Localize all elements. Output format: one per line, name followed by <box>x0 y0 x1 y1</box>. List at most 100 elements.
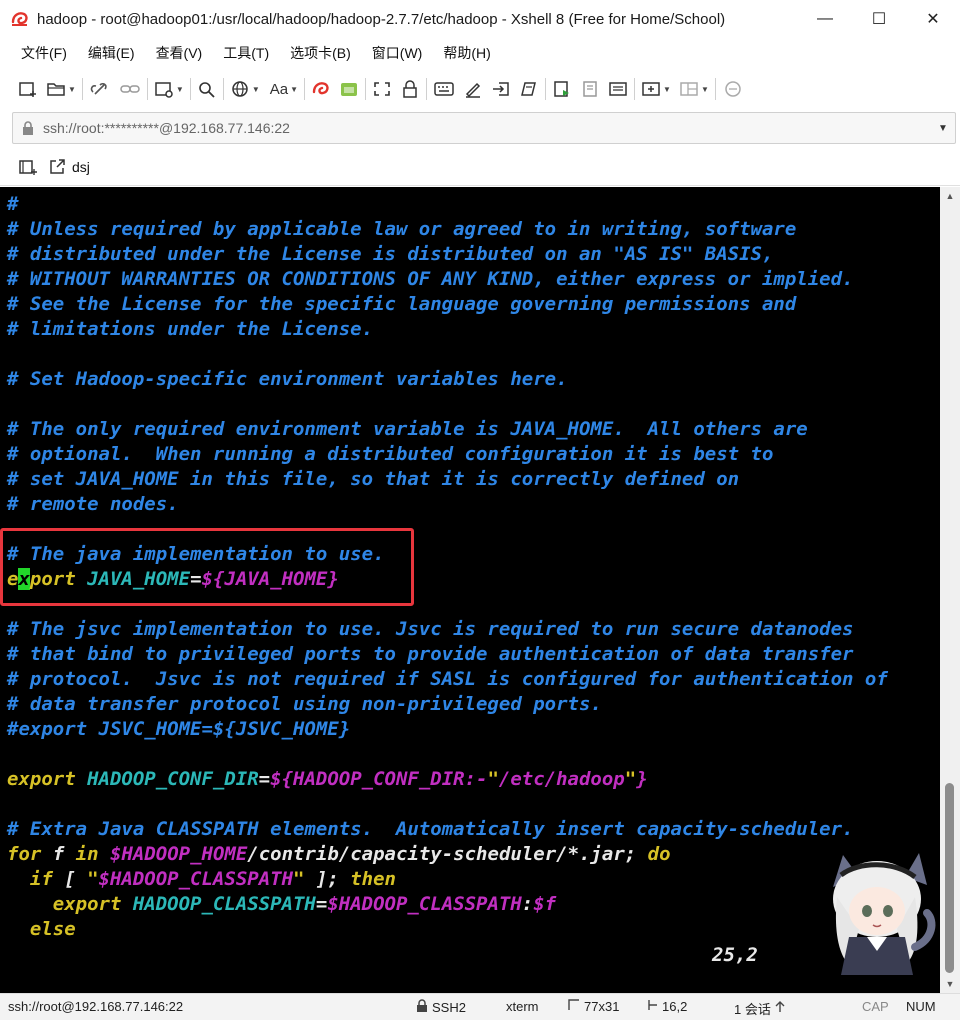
menu-tools[interactable]: 工具(T) <box>210 43 277 63</box>
status-caps: CAP <box>862 999 889 1014</box>
transfer-button[interactable] <box>491 75 511 103</box>
encoding-button[interactable]: ▼ <box>230 75 260 103</box>
layout-button[interactable]: ▼ <box>679 75 709 103</box>
terminal-scrollbar[interactable]: ▲ ▼ <box>940 187 960 993</box>
close-button[interactable]: ✕ <box>906 0 960 38</box>
terminal-line: # optional. When running a distributed c… <box>7 443 774 465</box>
lock-icon <box>416 999 432 1015</box>
toolbar-divider <box>714 78 716 100</box>
token-string: } <box>636 768 648 790</box>
menu-tabs[interactable]: 选项卡(B) <box>277 43 359 63</box>
menu-view[interactable]: 查看(V) <box>143 43 211 63</box>
toolbar-divider <box>189 78 191 100</box>
menu-edit[interactable]: 编辑(E) <box>75 43 143 63</box>
menu-help[interactable]: 帮助(H) <box>430 43 498 63</box>
status-protocol-label: SSH2 <box>432 999 466 1015</box>
scroll-up-icon[interactable]: ▲ <box>940 191 960 201</box>
session-tab-dsj[interactable]: dsj <box>72 159 90 175</box>
open-external-icon[interactable] <box>48 158 66 176</box>
terminal-line: # protocol. Jsvc is not required if SASL… <box>7 668 888 690</box>
token-string: /etc/hadoop <box>498 768 625 790</box>
terminal-line-empty <box>7 792 888 817</box>
disconnect-button[interactable] <box>89 75 111 103</box>
run-script-button[interactable] <box>552 75 572 103</box>
notes-button[interactable] <box>608 75 628 103</box>
toolbar: ▼ ▼ ▼ Aa ▼ ▼ ▼ <box>0 70 960 108</box>
session-tab-bar: dsj <box>0 148 960 186</box>
toolbar-divider <box>81 78 83 100</box>
menu-bar: 文件(F) 编辑(E) 查看(V) 工具(T) 选项卡(B) 窗口(W) 帮助(… <box>0 38 960 68</box>
toolbar-divider <box>304 78 306 100</box>
resize-icon <box>568 999 584 1014</box>
terminal-line: # The only required environment variable… <box>7 418 808 440</box>
window-title: hadoop - root@hadoop01:/usr/local/hadoop… <box>37 10 726 28</box>
highlight-box <box>0 528 414 606</box>
token-text: f <box>41 843 76 865</box>
title-bar: hadoop - root@hadoop01:/usr/local/hadoop… <box>0 0 960 38</box>
cursor-position-indicator: 25,2 <box>712 944 758 966</box>
status-cursor-label: 16,2 <box>662 999 688 1014</box>
terminal-view[interactable]: # # Unless required by applicable law or… <box>0 187 940 993</box>
token-text: [ <box>52 868 88 890</box>
chat-button[interactable] <box>722 75 744 103</box>
terminal-line-empty <box>7 342 888 367</box>
status-size: 77x31 <box>568 999 619 1014</box>
xshell-button[interactable] <box>311 75 333 103</box>
play-script-icon <box>552 80 572 98</box>
stop-script-button[interactable] <box>580 75 600 103</box>
token-variable: HADOOP_CLASSPATH <box>121 893 316 915</box>
status-sessions-label: 1 会话 <box>734 1002 771 1017</box>
script-button[interactable] <box>463 75 483 103</box>
terminal-line: # <box>7 193 19 215</box>
font-button[interactable]: Aa ▼ <box>270 75 298 103</box>
arrow-up-icon[interactable] <box>775 1001 789 1016</box>
arrow-box-icon <box>491 80 511 98</box>
token-text: ]; <box>304 868 351 890</box>
chevron-down-icon: ▼ <box>251 84 260 94</box>
scrollbar-thumb[interactable] <box>945 783 954 973</box>
terminal-line: # set JAVA_HOME in this file, so that it… <box>7 468 740 490</box>
terminal-line: # data transfer protocol using non-privi… <box>7 693 602 715</box>
token-operator: = <box>258 768 271 790</box>
menu-file[interactable]: 文件(F) <box>0 43 75 63</box>
minimize-button[interactable]: — <box>798 0 852 38</box>
token-text: : <box>521 893 534 915</box>
terminal-line: # Unless required by applicable law or a… <box>7 218 797 240</box>
new-tab-button[interactable]: ▼ <box>641 75 671 103</box>
session-manager-icon[interactable] <box>18 158 38 176</box>
lock-icon <box>21 120 35 136</box>
reconnect-button[interactable] <box>119 75 141 103</box>
terminal-line: if [ "$HADOOP_CLASSPATH" ]; then <box>7 867 888 892</box>
status-protocol: SSH2 <box>416 999 466 1015</box>
new-session-button[interactable] <box>18 75 38 103</box>
keyboard-button[interactable] <box>433 75 455 103</box>
terminal-line: #export JSVC_HOME=${JSVC_HOME} <box>7 718 351 740</box>
fullscreen-button[interactable] <box>372 75 392 103</box>
maximize-button[interactable]: ☐ <box>852 0 906 38</box>
address-bar[interactable]: ssh://root:**********@192.168.77.146:22 … <box>12 112 956 144</box>
menu-window[interactable]: 窗口(W) <box>359 43 431 63</box>
properties-button[interactable]: ▼ <box>154 75 184 103</box>
terminal-line: # limitations under the License. <box>7 318 374 340</box>
token-text: /contrib/capacity-scheduler/*.jar; <box>247 843 648 865</box>
open-session-button[interactable]: ▼ <box>46 75 76 103</box>
pen-icon <box>463 80 483 98</box>
xshell-red-icon <box>311 80 333 98</box>
log-button[interactable] <box>519 75 539 103</box>
unlink-icon <box>89 80 111 98</box>
chevron-down-icon[interactable]: ▼ <box>931 123 955 134</box>
lock-button[interactable] <box>400 75 420 103</box>
address-text: ssh://root:**********@192.168.77.146:22 <box>43 120 290 136</box>
token-quote: " <box>87 868 99 890</box>
terminal-line-empty <box>7 392 888 417</box>
toolbar-divider <box>426 78 428 100</box>
find-button[interactable] <box>197 75 217 103</box>
status-num: NUM <box>906 999 936 1014</box>
terminal-line: for f in $HADOOP_HOME/contrib/capacity-s… <box>7 842 888 867</box>
xftp-button[interactable] <box>339 75 359 103</box>
scroll-down-icon[interactable]: ▼ <box>940 979 960 989</box>
chevron-down-icon: ▼ <box>663 84 671 94</box>
terminal-line: export HADOOP_CONF_DIR=${HADOOP_CONF_DIR… <box>7 767 888 792</box>
terminal-line: # WITHOUT WARRANTIES OR CONDITIONS OF AN… <box>7 268 854 290</box>
